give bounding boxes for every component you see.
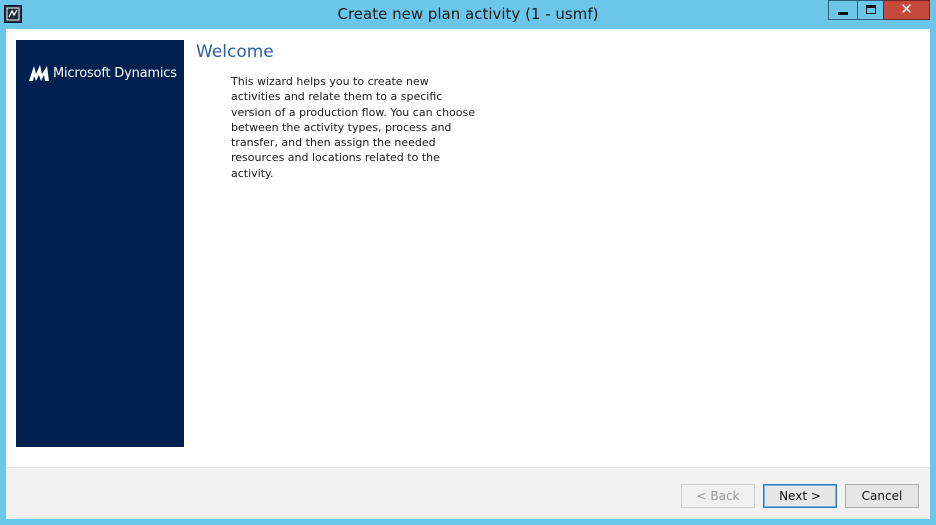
window-title: Create new plan activity (1 - usmf) [337,5,599,23]
wizard-client-area: Microsoft Dynamics Welcome This wizard h… [6,29,930,519]
minimize-button[interactable] [828,0,858,20]
back-button[interactable]: < Back [681,484,755,508]
cancel-button[interactable]: Cancel [845,484,919,508]
close-icon: ✕ [900,0,913,18]
title-bar[interactable]: Create new plan activity (1 - usmf) ✕ [0,0,936,29]
wizard-description: This wizard helps you to create new acti… [231,75,476,180]
minimize-icon [838,12,848,15]
maximize-icon [866,5,876,14]
brand-name: Microsoft Dynamics [53,65,177,81]
next-button[interactable]: Next > [763,484,837,508]
wizard-footer: < Back Next > Cancel [6,467,930,519]
close-button[interactable]: ✕ [883,0,930,20]
brand-side-panel: Microsoft Dynamics [16,40,184,447]
page-title: Welcome [196,42,274,62]
brand-logo: Microsoft Dynamics [28,63,177,83]
maximize-button[interactable] [857,0,884,20]
microsoft-dynamics-logo-icon [29,65,49,81]
